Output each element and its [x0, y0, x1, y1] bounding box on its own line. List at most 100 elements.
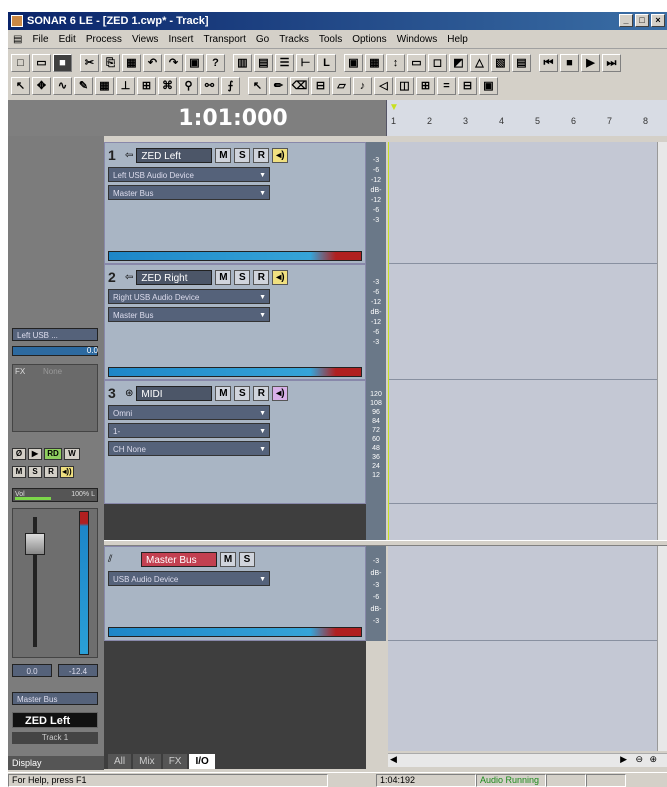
track-view-icon[interactable]: ▥	[233, 54, 252, 72]
open-icon[interactable]: ▭	[32, 54, 51, 72]
monitor-button[interactable]: ◂)	[272, 269, 289, 285]
menu-options[interactable]: Options	[347, 34, 391, 45]
track-input-field[interactable]: Left USB Audio Device	[108, 167, 270, 183]
move-tool-icon[interactable]: ✥	[32, 77, 51, 95]
new-icon[interactable]: □	[11, 54, 30, 72]
lyrics-icon[interactable]: L	[317, 54, 336, 72]
bus-solo-button[interactable]: S	[239, 551, 255, 567]
menu-tools[interactable]: Tools	[314, 34, 347, 45]
event-list-icon[interactable]: ⊢	[296, 54, 315, 72]
track-input-field[interactable]: Omni	[108, 405, 270, 421]
envelope-tool-icon[interactable]: ⏥	[332, 77, 351, 95]
mute-button[interactable]: M	[215, 147, 232, 163]
rewind-icon[interactable]: ⏮	[539, 54, 558, 72]
console-icon[interactable]: ▣	[344, 54, 363, 72]
title-bar[interactable]: SONAR 6 LE - [ZED 1.cwp* - Track] _ □ ×	[8, 12, 667, 30]
now-marker-icon[interactable]: ▼	[389, 102, 399, 113]
record-button[interactable]: R	[253, 147, 270, 163]
inspector-input-field[interactable]: Left USB ...	[12, 328, 98, 341]
solo-button[interactable]: S	[234, 147, 251, 163]
volume-fader-handle[interactable]	[25, 533, 45, 555]
record-button[interactable]: R	[253, 269, 270, 285]
menu-process[interactable]: Process	[81, 34, 127, 45]
tab-io[interactable]: I/O	[189, 754, 215, 769]
clip-row-2[interactable]	[388, 264, 657, 380]
pencil-tool-icon[interactable]: ✏	[269, 77, 288, 95]
track-name[interactable]: ZED Right	[136, 269, 213, 285]
clips-pane[interactable]	[388, 142, 657, 540]
search-icon[interactable]: ⚲	[179, 77, 198, 95]
display-button[interactable]: Display	[8, 756, 104, 770]
menu-go[interactable]: Go	[251, 34, 274, 45]
clip-row-3[interactable]	[388, 380, 657, 504]
track-strip-2[interactable]: 2 ⇦ ZED Right M S R ◂) Right USB Audio D…	[104, 264, 366, 380]
menu-help[interactable]: Help	[442, 34, 473, 45]
cut-icon[interactable]: ✂	[80, 54, 99, 72]
mute-button[interactable]: M	[215, 385, 232, 401]
play-icon[interactable]: ▶	[581, 54, 600, 72]
zoom-tool-icon[interactable]: ∿	[53, 77, 72, 95]
inspector-record-button[interactable]: R	[44, 466, 58, 478]
bus-output-field[interactable]: USB Audio Device	[108, 571, 270, 587]
menu-file[interactable]: File	[27, 34, 53, 45]
scroll-left-icon[interactable]: ◀	[390, 754, 397, 765]
view-c-icon[interactable]: =	[437, 77, 456, 95]
draw-tool-icon[interactable]: ✎	[74, 77, 93, 95]
bus-mute-button[interactable]: M	[220, 551, 236, 567]
monitor-button[interactable]: ◂)	[272, 385, 289, 401]
scrub-icon[interactable]: ⌘	[158, 77, 177, 95]
monitor-button[interactable]: ◂)	[272, 147, 289, 163]
inspector-play-button[interactable]: ▶	[28, 448, 42, 460]
track-input-field[interactable]: Right USB Audio Device	[108, 289, 270, 305]
now-time-display[interactable]: 1:01:000	[128, 106, 338, 131]
select-tool-icon[interactable]: ↖	[11, 77, 30, 95]
loop-icon[interactable]: ▦	[365, 54, 384, 72]
inspector-pan-slider[interactable]: Vol 100% L	[12, 488, 98, 502]
grid-icon[interactable]: ⊞	[137, 77, 156, 95]
close-button[interactable]: ×	[651, 14, 665, 27]
sysx-icon[interactable]: ▧	[491, 54, 510, 72]
menu-tracks[interactable]: Tracks	[274, 34, 314, 45]
menu-insert[interactable]: Insert	[163, 34, 198, 45]
menu-views[interactable]: Views	[127, 34, 164, 45]
tab-fx[interactable]: FX	[162, 754, 188, 769]
record-button[interactable]: R	[253, 385, 270, 401]
tab-all[interactable]: All	[108, 754, 132, 769]
tempo-icon[interactable]: △	[470, 54, 489, 72]
copy-icon[interactable]: ⎘	[101, 54, 120, 72]
help-icon[interactable]: ?	[206, 54, 225, 72]
video-icon[interactable]: ▭	[407, 54, 426, 72]
master-bus-strip[interactable]: ⫽ Master Bus M S USB Audio Device	[104, 546, 366, 641]
speaker-icon[interactable]: ◁	[374, 77, 393, 95]
stop-icon[interactable]: ■	[560, 54, 579, 72]
view-d-icon[interactable]: ⊟	[458, 77, 477, 95]
inspector-gain-slider[interactable]	[12, 346, 98, 356]
menu-windows[interactable]: Windows	[392, 34, 443, 45]
clip-row-1[interactable]	[388, 142, 657, 264]
inspector-output-field[interactable]: Master Bus	[12, 692, 98, 705]
track-output-field[interactable]: Master Bus	[108, 307, 270, 323]
snap-icon[interactable]: ▦	[95, 77, 114, 95]
staff-view-icon[interactable]: ▤	[254, 54, 273, 72]
tab-mix[interactable]: Mix	[133, 754, 161, 769]
inspector-w-button[interactable]: W	[64, 448, 80, 460]
vol-left-value[interactable]: 0.0	[12, 664, 52, 677]
bus-name[interactable]: Master Bus	[141, 551, 217, 567]
view-a-icon[interactable]: ◫	[395, 77, 414, 95]
doc-icon[interactable]: ▤	[8, 34, 27, 45]
view-b-icon[interactable]: ⊞	[416, 77, 435, 95]
time-ruler[interactable]: ▼ 1 2 3 4 5 6 7 8	[386, 100, 667, 136]
inspector-monitor-button[interactable]: ◂))	[60, 466, 74, 478]
solo-button[interactable]: S	[234, 385, 251, 401]
track-strip-1[interactable]: 1 ⇦ ZED Left M S R ◂) Left USB Audio Dev…	[104, 142, 366, 264]
horizontal-scrollbar[interactable]: ◀ ▶ ⊖ ⊕	[388, 753, 667, 767]
menu-transport[interactable]: Transport	[198, 34, 250, 45]
mute-button[interactable]: M	[215, 269, 232, 285]
history-icon[interactable]: ▣	[185, 54, 204, 72]
audio-icon[interactable]: ♪	[353, 77, 372, 95]
scroll-right-icon[interactable]: ▶	[620, 754, 627, 765]
bus-clips-pane[interactable]	[388, 546, 657, 751]
undo-icon[interactable]: ↶	[143, 54, 162, 72]
marker-icon[interactable]: ⊥	[116, 77, 135, 95]
track-output-field[interactable]: 1-	[108, 423, 270, 439]
